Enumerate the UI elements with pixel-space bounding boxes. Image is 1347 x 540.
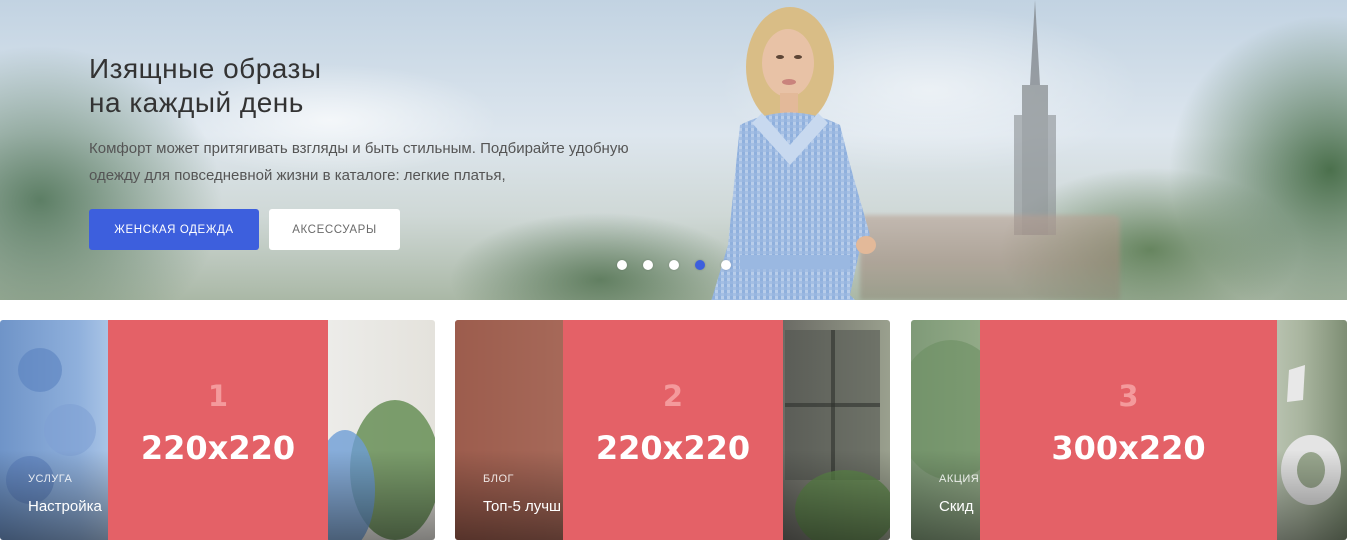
placeholder-size: 300x220 — [1051, 429, 1206, 467]
card-meta: УСЛУГА Настройка — [28, 473, 102, 515]
card-tag: УСЛУГА — [28, 473, 73, 485]
hero-banner: Изящные образы на каждый день Комфорт мо… — [0, 0, 1347, 300]
placeholder-size: 220x220 — [140, 429, 296, 467]
card-meta: АКЦИЯ Скид — [939, 473, 979, 515]
card-title[interactable]: Настройка — [28, 498, 102, 515]
placeholder-number: 3 — [1118, 379, 1139, 413]
placeholder-number: 2 — [662, 379, 684, 413]
hero-title: Изящные образы на каждый день — [89, 52, 322, 120]
card-tag: АКЦИЯ — [939, 473, 980, 485]
image-placeholder-2: 2 220x220 — [563, 320, 783, 540]
slider-pagination — [617, 260, 731, 270]
slider-dot-5[interactable] — [721, 260, 731, 270]
image-placeholder-1: 1 220x220 — [108, 320, 328, 540]
hero-title-line-1: Изящные образы — [89, 53, 322, 84]
card-meta: БЛОГ Топ-5 лучш — [483, 473, 561, 515]
hero-title-line-2: на каждый день — [89, 87, 304, 118]
model-woman-image — [711, 7, 876, 300]
slider-dot-1[interactable] — [617, 260, 627, 270]
hero-description: Комфорт может притягивать взгляды и быть… — [89, 140, 629, 184]
card-title[interactable]: Топ-5 лучш — [483, 498, 561, 515]
placeholder-size: 220x220 — [595, 429, 751, 467]
card-title[interactable]: Скид — [939, 498, 979, 515]
placeholder-number: 1 — [207, 379, 229, 413]
slider-dot-3[interactable] — [669, 260, 679, 270]
women-clothing-button[interactable]: ЖЕНСКАЯ ОДЕЖДА — [89, 209, 259, 250]
slider-dot-4[interactable] — [695, 260, 705, 270]
card-tag: БЛОГ — [483, 473, 514, 485]
image-placeholder-3: 3 300x220 — [980, 320, 1277, 540]
slider-dot-2[interactable] — [643, 260, 653, 270]
accessories-button[interactable]: АКСЕССУАРЫ — [269, 209, 400, 250]
